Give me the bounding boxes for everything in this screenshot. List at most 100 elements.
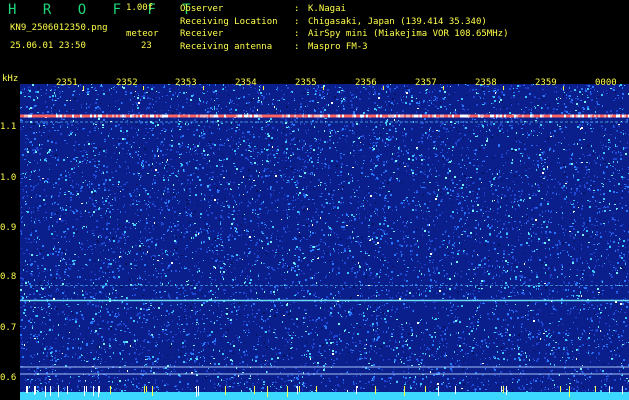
carrier-signal-segment [184,114,186,118]
carrier-signal-segment [258,114,260,118]
carrier-signal-segment [298,114,300,118]
meteor-echo-mark [299,386,300,392]
info-key: Observer [180,3,294,16]
carrier-signal-segment [356,114,358,118]
carrier-signal-segment [332,114,334,118]
carrier-signal-segment [428,114,430,118]
y-tick-label: 0.6 [0,373,20,383]
carrier-signal-segment [232,114,234,118]
carrier-signal-segment [374,114,376,118]
carrier-signal-segment [312,114,314,118]
app-version: 1.00f [126,3,153,13]
carrier-signal-segment [22,114,24,118]
meteor-echo-mark [144,386,145,393]
info-separator: : [294,16,308,29]
carrier-signal-segment [370,114,372,118]
carrier-signal-segment [172,114,174,118]
carrier-signal-segment [554,114,556,118]
carrier-signal-segment [164,114,166,118]
time-tick-label: 2354 [235,78,257,88]
meteor-echo-mark [93,386,94,396]
carrier-signal-segment [46,114,48,118]
info-key: Receiving antenna [180,41,294,54]
time-tick-label: 2353 [175,78,197,88]
meteor-echo-mark [438,386,439,396]
meteor-count: 23 [141,41,152,51]
meteor-echo-mark [99,386,100,393]
carrier-signal-segment [214,114,216,118]
carrier-signal-segment [180,114,182,118]
carrier-signal-segment [174,114,176,118]
meteor-echo-mark [86,386,87,392]
carrier-signal-segment [242,114,244,118]
carrier-signal-segment [30,114,32,118]
carrier-signal-segment [538,114,540,118]
carrier-signal-segment [218,114,220,118]
carrier-signal-segment [42,114,44,118]
carrier-signal-segment [460,114,462,118]
carrier-signal-segment [300,114,302,118]
carrier-signal-segment [100,114,102,118]
carrier-signal-segment [38,114,40,118]
carrier-signal-segment [342,114,344,118]
carrier-signal-segment [136,114,138,118]
carrier-signal-segment [552,114,554,118]
carrier-signal-segment [372,114,374,118]
carrier-signal-segment [202,114,204,118]
time-tick-label: 2357 [415,78,437,88]
carrier-signal-segment [444,114,446,118]
carrier-signal-segment [216,114,218,118]
carrier-signal-segment [280,114,282,118]
carrier-signal-segment [474,114,476,118]
y-tick-label: 1.0 [0,173,20,183]
carrier-signal-segment [608,114,610,118]
carrier-signal-segment [64,114,66,118]
carrier-signal-segment [472,114,474,118]
info-row-location: Receiving Location: Chigasaki, Japan (139… [180,16,508,29]
carrier-signal-segment [406,114,408,118]
info-key: Receiver [180,28,294,41]
carrier-signal-segment [194,114,196,118]
carrier-signal-segment [78,114,80,118]
carrier-signal-segment [94,114,96,118]
carrier-signal-segment [68,114,70,118]
carrier-signal-segment [536,114,538,118]
carrier-signal-segment [56,114,58,118]
carrier-signal-segment [622,114,624,118]
carrier-signal-segment [534,114,536,118]
time-tick-label: 0000 [595,78,617,88]
y-tick-label: 0.7 [0,323,20,333]
carrier-signal-segment [60,114,62,118]
meteor-echo-mark [375,386,376,394]
carrier-signal-segment [228,114,230,118]
carrier-signal-segment [254,114,256,118]
carrier-signal-segment [484,114,486,118]
spectrogram-plot [20,84,629,400]
carrier-signal-segment [396,114,398,118]
carrier-signal-segment [84,114,86,118]
carrier-signal-segment [62,114,64,118]
carrier-signal-segment [156,114,158,118]
carrier-signal-segment [384,114,386,118]
carrier-signal-segment [446,114,448,118]
carrier-signal-segment [468,114,470,118]
carrier-signal-segment [624,114,626,118]
carrier-signal-segment [606,114,608,118]
carrier-signal-segment [616,114,618,118]
carrier-signal-segment [246,114,248,118]
time-axis: 2351 2352 2353 2354 2355 2356 2357 2358 … [20,78,629,92]
meteor-echo-mark [146,386,147,392]
carrier-signal-segment [114,114,116,118]
carrier-signal-segment [462,114,464,118]
carrier-signal-segment [196,114,198,118]
carrier-signal-segment [324,114,326,118]
carrier-signal-segment [88,114,90,118]
carrier-signal-segment [166,114,168,118]
meteor-echo-mark [152,386,153,396]
carrier-signal-segment [604,114,606,118]
carrier-signal-segment [284,114,286,118]
y-axis-unit: kHz [2,74,18,84]
carrier-signal-segment [394,114,396,118]
carrier-signal-segment [602,114,604,118]
date-time: 25.06.01 23:50 [10,41,86,51]
